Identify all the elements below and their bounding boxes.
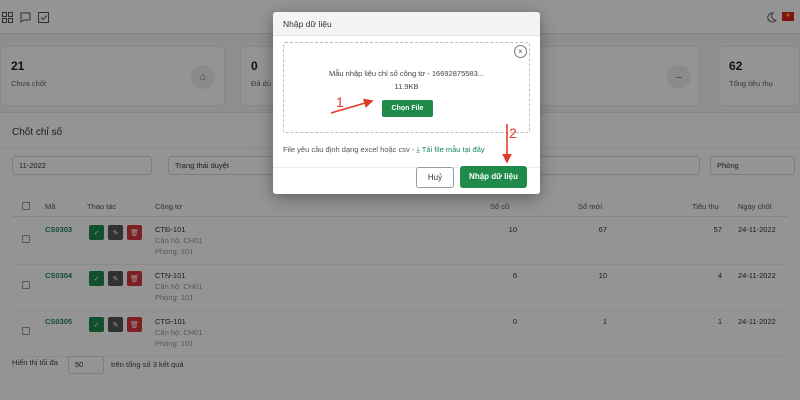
import-submit-button[interactable]: Nhập dữ liệu	[460, 166, 527, 188]
modal-header: Nhập dữ liệu	[273, 12, 540, 36]
file-size: 11.9KB	[394, 82, 419, 91]
file-format-hint: File yêu cầu định dạng excel hoặc csv - …	[283, 145, 485, 155]
import-data-modal: Nhập dữ liệu × Mẫu nhập liệu chỉ số công…	[273, 12, 540, 194]
cancel-button[interactable]: Huỷ	[416, 167, 454, 188]
file-name: Mẫu nhập liệu chỉ số công tơ - 166928755…	[328, 69, 485, 78]
modal-title: Nhập dữ liệu	[283, 19, 332, 29]
file-format-text: File yêu cầu định dạng excel hoặc csv -	[283, 145, 415, 154]
choose-file-button[interactable]: Chọn File	[382, 100, 433, 117]
remove-file-icon[interactable]: ×	[514, 45, 527, 58]
download-template-link[interactable]: Tải file mẫu tại đây	[422, 145, 485, 154]
annotation-step-1: 1	[336, 94, 344, 110]
annotation-step-2: 2	[509, 125, 517, 141]
download-icon: ⤓	[416, 145, 420, 154]
file-dropzone[interactable]: × Mẫu nhập liệu chỉ số công tơ - 1669287…	[283, 42, 530, 133]
